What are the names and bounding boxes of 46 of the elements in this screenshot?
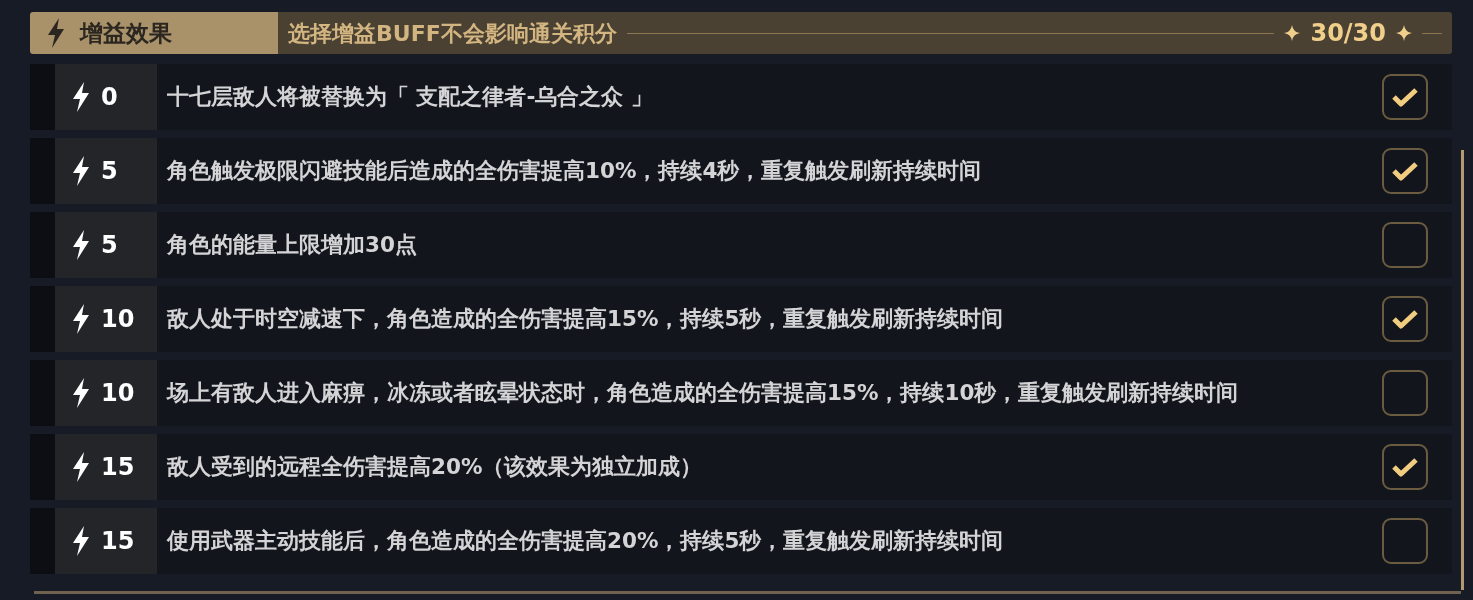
- buff-description: 使用武器主动技能后，角色造成的全伤害提高20%，持续5秒，重复触发刷新持续时间: [167, 526, 1004, 555]
- checkbox[interactable]: [1382, 74, 1428, 120]
- checkbox[interactable]: [1382, 370, 1428, 416]
- cost-value: 15: [101, 452, 135, 483]
- lightning-icon: [46, 18, 66, 48]
- buff-description: 角色的能量上限增加30点: [167, 230, 417, 259]
- panel-title: 增益效果: [80, 18, 172, 48]
- buff-row[interactable]: 15 敌人受到的远程全伤害提高20%（该效果为独立加成）: [30, 434, 1452, 500]
- buff-row[interactable]: 0 十七层敌人将被替换为「 支配之律者-乌合之众 」: [30, 64, 1452, 130]
- check-icon: [1392, 457, 1418, 477]
- score-counter: 30/30: [1310, 18, 1386, 49]
- cost-value: 10: [101, 378, 135, 409]
- cost-value: 5: [101, 230, 118, 261]
- buff-row[interactable]: 5 角色触发极限闪避技能后造成的全伤害提高10%，持续4秒，重复触发刷新持续时间: [30, 138, 1452, 204]
- checkbox[interactable]: [1382, 222, 1428, 268]
- lightning-icon: [71, 156, 91, 186]
- buff-description: 场上有敌人进入麻痹，冰冻或者眩晕状态时，角色造成的全伤害提高15%，持续10秒，重复触发刷新持续时间: [167, 378, 1239, 407]
- lightning-icon: [71, 378, 91, 408]
- lightning-icon: [71, 526, 91, 556]
- sparkle-icon: [1284, 25, 1301, 41]
- checkbox[interactable]: [1382, 296, 1428, 342]
- checkbox[interactable]: [1382, 148, 1428, 194]
- checkbox[interactable]: [1382, 518, 1428, 564]
- buff-row[interactable]: 10 场上有敌人进入麻痹，冰冻或者眩晕状态时，角色造成的全伤害提高15%，持续10秒，重复触发刷新持续时间: [30, 360, 1452, 426]
- check-icon: [1392, 309, 1418, 329]
- check-icon: [1392, 161, 1418, 181]
- buff-row[interactable]: 10 敌人处于时空减速下，角色造成的全伤害提高15%，持续5秒，重复触发刷新持续时间: [30, 286, 1452, 352]
- buff-description: 敌人受到的远程全伤害提高20%（该效果为独立加成）: [167, 452, 703, 481]
- scrollbar[interactable]: [1461, 150, 1464, 590]
- buff-row[interactable]: 5 角色的能量上限增加30点: [30, 212, 1452, 278]
- buff-description: 敌人处于时空减速下，角色造成的全伤害提高15%，持续5秒，重复触发刷新持续时间: [167, 304, 1004, 333]
- lightning-icon: [71, 452, 91, 482]
- cost-value: 10: [101, 304, 135, 335]
- cost-value: 15: [101, 526, 135, 557]
- sparkle-icon: [1396, 25, 1412, 41]
- buff-description: 十七层敌人将被替换为「 支配之律者-乌合之众 」: [167, 82, 653, 111]
- subtitle: 选择增益BUFF不会影响通关积分: [288, 19, 617, 48]
- buff-row[interactable]: 15 使用武器主动技能后，角色造成的全伤害提高20%，持续5秒，重复触发刷新持续时间: [30, 508, 1452, 574]
- lightning-icon: [71, 82, 91, 112]
- buff-description: 角色触发极限闪避技能后造成的全伤害提高10%，持续4秒，重复触发刷新持续时间: [167, 156, 982, 185]
- cost-value: 5: [101, 156, 118, 187]
- check-icon: [1392, 87, 1418, 107]
- cost-value: 0: [101, 82, 118, 113]
- checkbox[interactable]: [1382, 444, 1428, 490]
- lightning-icon: [71, 230, 91, 260]
- lightning-icon: [71, 304, 91, 334]
